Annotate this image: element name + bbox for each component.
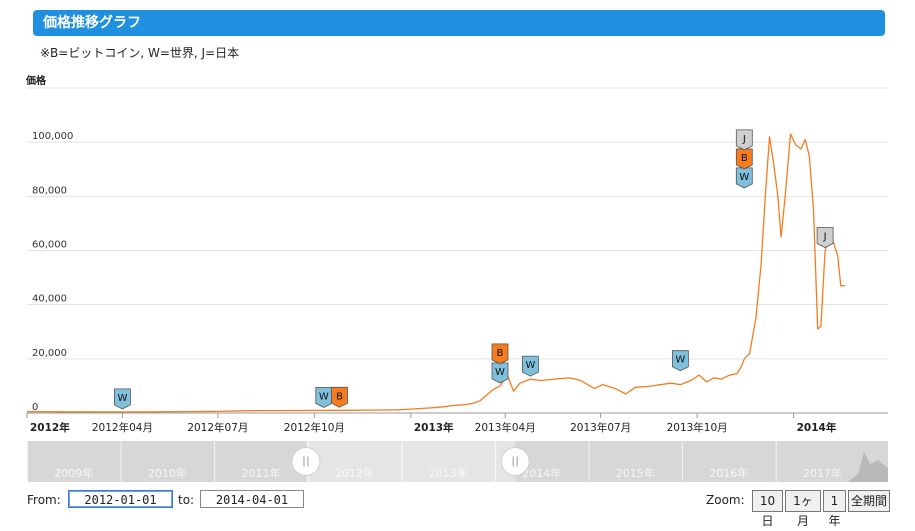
navigator-year-label: 2017年: [803, 466, 842, 480]
flag-label[interactable]: W: [495, 367, 505, 378]
zoom-label: Zoom:: [706, 493, 745, 507]
navigator-year-label: 2015年: [616, 466, 655, 480]
navigator-year-label: 2009年: [54, 466, 93, 480]
y-tick-label: 100,000: [32, 131, 73, 142]
y-tick-label: 80,000: [32, 185, 67, 196]
x-tick-label: 2013年10月: [667, 421, 728, 434]
y-tick-label: 40,000: [32, 294, 67, 305]
event-flag[interactable]: B: [735, 148, 753, 170]
handle-knob[interactable]: [291, 447, 321, 476]
event-flag[interactable]: J: [735, 129, 753, 151]
zoom-10d-button[interactable]: 10日: [752, 490, 783, 528]
x-tick-label: 2012年: [30, 421, 70, 434]
to-date-input[interactable]: 2014-04-01: [200, 490, 304, 508]
flag-label[interactable]: W: [739, 172, 749, 183]
flag-label[interactable]: W: [117, 393, 127, 404]
price-series-line[interactable]: [26, 133, 845, 413]
navigator-year-label: 2011年: [241, 466, 280, 480]
x-tick-label: 2012年04月: [92, 421, 153, 434]
zoom-1y-button[interactable]: 1年: [823, 490, 846, 528]
flag-label[interactable]: W: [319, 391, 329, 402]
x-tick-label: 2013年07月: [570, 421, 631, 434]
navigator-year-label: 2010年: [148, 466, 187, 480]
x-tick-label: 2013年: [414, 421, 454, 434]
navigator-right-handle[interactable]: [500, 447, 530, 476]
flag-label[interactable]: J: [742, 134, 746, 145]
navigator-selected-range[interactable]: [305, 441, 516, 482]
event-flag[interactable]: W: [315, 386, 333, 408]
event-flag[interactable]: W: [522, 355, 539, 377]
flag-label[interactable]: B: [741, 153, 748, 164]
event-flag[interactable]: W: [491, 362, 509, 384]
event-flag[interactable]: J: [816, 227, 834, 248]
zoom-all-button[interactable]: 全期間: [848, 490, 890, 512]
to-label: to:: [178, 493, 195, 507]
x-tick-label: 2014年: [797, 421, 837, 434]
y-tick-label: 20,000: [32, 348, 67, 359]
zoom-1m-button[interactable]: 1ヶ月: [785, 490, 821, 528]
x-tick-label: 2012年07月: [187, 421, 248, 434]
range-navigator[interactable]: 2009年 2010年 2011年 2012年 2013年 2014年 2015年 2016年…: [27, 441, 888, 482]
from-date-input[interactable]: 2012-01-01: [68, 490, 173, 508]
event-flag[interactable]: W: [672, 350, 689, 372]
flag-label[interactable]: B: [497, 348, 504, 359]
event-flag[interactable]: W: [735, 167, 753, 189]
from-label: From:: [27, 493, 61, 507]
event-flag[interactable]: B: [491, 343, 509, 365]
navigator-year-label: 2016年: [709, 466, 748, 480]
x-tick-label: 2013年04月: [475, 421, 536, 434]
y-tick-label: 60,000: [32, 240, 67, 251]
range-controls: From: 2012-01-01 to: 2014-04-01 Zoom: 10…: [0, 488, 915, 528]
flag-label[interactable]: W: [525, 360, 535, 371]
event-flag[interactable]: B: [331, 386, 348, 408]
x-tick-label: 2012年10月: [284, 421, 345, 434]
event-flag[interactable]: W: [114, 388, 131, 410]
price-chart[interactable]: 020,00040,00060,00080,000100,0002012年 201…: [0, 0, 915, 441]
navigator-left-handle[interactable]: [291, 447, 321, 476]
flag-label[interactable]: J: [823, 232, 827, 243]
flag-label[interactable]: B: [336, 391, 343, 402]
handle-knob[interactable]: [500, 447, 530, 476]
flag-label[interactable]: W: [675, 355, 685, 366]
